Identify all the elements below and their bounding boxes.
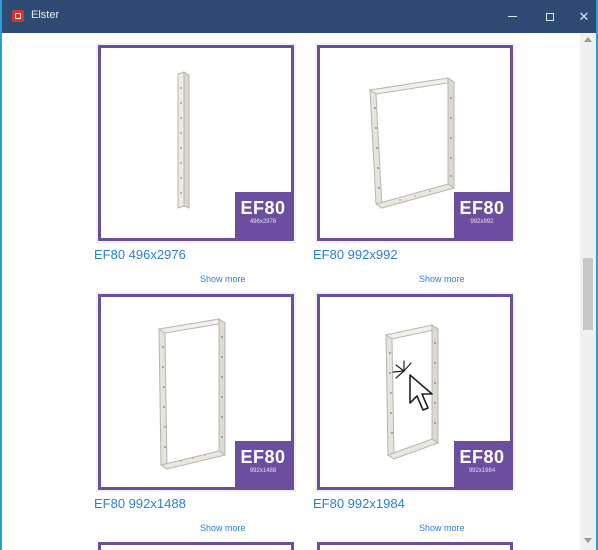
minimize-icon [507, 16, 517, 17]
app-window: Elster ✕ EF80 496x2976 EF80 496x2976 Sho… [0, 0, 598, 550]
mouse-cursor-icon [392, 360, 433, 411]
badge-label: EF80 [459, 447, 505, 467]
product-title[interactable]: EF80 992x1488 [94, 496, 186, 511]
badge-size: 992x1984 [468, 468, 496, 474]
scroll-thumb[interactable] [583, 258, 593, 330]
badge-label: EF80 [240, 447, 286, 467]
badge-size: 992x1488 [249, 468, 277, 474]
product-title[interactable]: EF80 496x2976 [94, 247, 186, 262]
product-card-partial[interactable] [98, 542, 294, 550]
product-badge: EF80 992x1488 [235, 441, 291, 487]
vertical-scrollbar[interactable] [580, 33, 596, 550]
app-icon [12, 10, 24, 22]
product-thumbnail[interactable]: EF80 992x1488 [98, 294, 294, 490]
product-badge: EF80 992x992 [454, 192, 510, 238]
product-grid: EF80 496x2976 EF80 496x2976 Show more EF… [2, 33, 580, 550]
close-icon: ✕ [578, 8, 590, 24]
badge-size: 992x992 [470, 219, 494, 225]
product-badge: EF80 496x2976 [235, 192, 291, 238]
badge-label: EF80 [459, 198, 505, 218]
window-title: Elster [31, 9, 60, 21]
show-more-link[interactable]: Show more [200, 274, 246, 284]
product-title[interactable]: EF80 992x992 [313, 247, 398, 262]
product-card-partial[interactable] [317, 542, 513, 550]
scroll-up-icon[interactable] [584, 37, 592, 42]
product-badge: EF80 992x1984 [454, 441, 510, 487]
show-more-link[interactable]: Show more [200, 523, 246, 533]
title-bar[interactable]: Elster ✕ [2, 0, 596, 33]
product-thumbnail[interactable]: EF80 496x2976 [98, 45, 294, 241]
badge-label: EF80 [240, 198, 286, 218]
scroll-down-icon[interactable] [584, 538, 592, 543]
badge-size: 496x2976 [249, 219, 277, 225]
close-button[interactable]: ✕ [562, 0, 596, 33]
maximize-icon [546, 12, 554, 21]
product-thumbnail[interactable]: EF80 992x992 [317, 45, 513, 241]
show-more-link[interactable]: Show more [419, 274, 465, 284]
product-title[interactable]: EF80 992x1984 [313, 496, 405, 511]
show-more-link[interactable]: Show more [419, 523, 465, 533]
